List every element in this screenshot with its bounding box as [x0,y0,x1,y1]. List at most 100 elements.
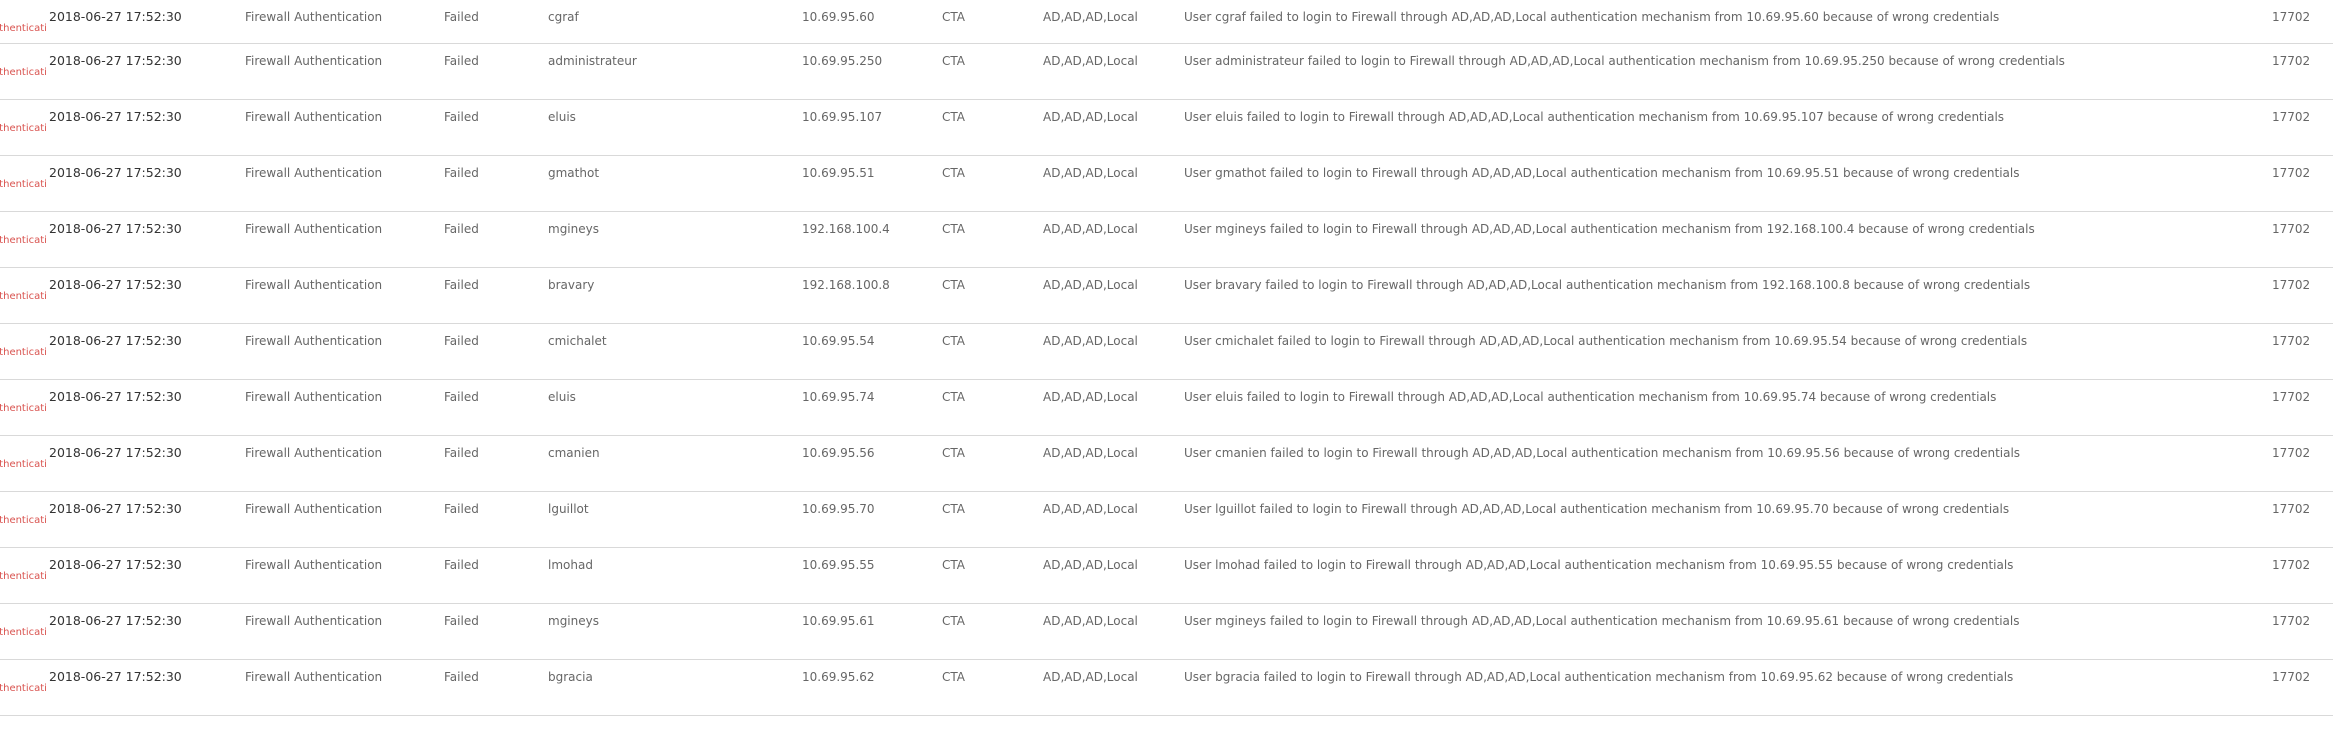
message-cell: User cgraf failed to login to Firewall t… [1184,10,2000,24]
origin-cell: CTA [942,614,965,628]
status-cell: Failed [444,446,479,460]
status-cell: Failed [444,390,479,404]
table-row[interactable]: Authentication 2018-06-27 17:52:30 Firew… [0,156,2333,212]
table-row[interactable]: Authentication 2018-06-27 17:52:30 Firew… [0,436,2333,492]
user-cell: lguillot [548,502,589,516]
event-id-cell: 17702 [2272,222,2311,236]
mechanism-cell: AD,AD,AD,Local [1043,670,1138,684]
status-cell: Failed [444,222,479,236]
origin-cell: CTA [942,54,965,68]
user-cell: cmichalet [548,334,607,348]
mechanism-cell: AD,AD,AD,Local [1043,278,1138,292]
message-cell: User bravary failed to login to Firewall… [1184,278,2031,292]
origin-cell: CTA [942,670,965,684]
table-row[interactable]: Authentication 2018-06-27 17:52:30 Firew… [0,100,2333,156]
origin-cell: CTA [942,446,965,460]
log-table: Authentication 2018-06-27 17:52:30 Firew… [0,0,2333,716]
status-cell: Failed [444,670,479,684]
category-tag: Authentication [0,459,46,470]
user-cell: administrateur [548,54,637,68]
origin-cell: CTA [942,166,965,180]
module-cell: Firewall Authentication [245,278,383,292]
message-cell: User lguillot failed to login to Firewal… [1184,502,2010,516]
event-id-cell: 17702 [2272,10,2311,24]
module-cell: Firewall Authentication [245,558,383,572]
mechanism-cell: AD,AD,AD,Local [1043,614,1138,628]
table-row[interactable]: Authentication 2018-06-27 17:52:30 Firew… [0,268,2333,324]
event-id-cell: 17702 [2272,110,2311,124]
mechanism-cell: AD,AD,AD,Local [1043,334,1138,348]
source-ip-cell: 10.69.95.54 [802,334,875,348]
mechanism-cell: AD,AD,AD,Local [1043,390,1138,404]
status-cell: Failed [444,334,479,348]
source-ip-cell: 10.69.95.250 [802,54,883,68]
module-cell: Firewall Authentication [245,334,383,348]
category-tag: Authentication [0,627,46,638]
module-cell: Firewall Authentication [245,54,383,68]
status-cell: Failed [444,166,479,180]
event-id-cell: 17702 [2272,390,2311,404]
mechanism-cell: AD,AD,AD,Local [1043,558,1138,572]
origin-cell: CTA [942,558,965,572]
table-row[interactable]: Authentication 2018-06-27 17:52:30 Firew… [0,44,2333,100]
event-id-cell: 17702 [2272,502,2311,516]
mechanism-cell: AD,AD,AD,Local [1043,166,1138,180]
module-cell: Firewall Authentication [245,670,383,684]
origin-cell: CTA [942,222,965,236]
origin-cell: CTA [942,334,965,348]
timestamp-cell: 2018-06-27 17:52:30 [49,557,182,572]
category-tag: Authentication [0,347,46,358]
module-cell: Firewall Authentication [245,390,383,404]
timestamp-cell: 2018-06-27 17:52:30 [49,669,182,684]
message-cell: User bgracia failed to login to Firewall… [1184,670,2014,684]
user-cell: bravary [548,278,595,292]
event-id-cell: 17702 [2272,166,2311,180]
module-cell: Firewall Authentication [245,222,383,236]
event-id-cell: 17702 [2272,446,2311,460]
event-id-cell: 17702 [2272,54,2311,68]
category-tag: Authentication [0,291,46,302]
timestamp-cell: 2018-06-27 17:52:30 [49,445,182,460]
user-cell: gmathot [548,166,600,180]
message-cell: User cmanien failed to login to Firewall… [1184,446,2021,460]
user-cell: mgineys [548,222,599,236]
timestamp-cell: 2018-06-27 17:52:30 [49,389,182,404]
message-cell: User eluis failed to login to Firewall t… [1184,110,2005,124]
module-cell: Firewall Authentication [245,502,383,516]
table-row[interactable]: Authentication 2018-06-27 17:52:30 Firew… [0,324,2333,380]
user-cell: cmanien [548,446,600,460]
timestamp-cell: 2018-06-27 17:52:30 [49,9,182,24]
table-row[interactable]: Authentication 2018-06-27 17:52:30 Firew… [0,660,2333,716]
timestamp-cell: 2018-06-27 17:52:30 [49,109,182,124]
user-cell: lmohad [548,558,593,572]
origin-cell: CTA [942,110,965,124]
category-tag: Authentication [0,123,46,134]
table-row[interactable]: Authentication 2018-06-27 17:52:30 Firew… [0,212,2333,268]
user-cell: eluis [548,110,576,124]
table-row[interactable]: Authentication 2018-06-27 17:52:30 Firew… [0,604,2333,660]
timestamp-cell: 2018-06-27 17:52:30 [49,501,182,516]
table-row[interactable]: Authentication 2018-06-27 17:52:30 Firew… [0,380,2333,436]
mechanism-cell: AD,AD,AD,Local [1043,110,1138,124]
table-row[interactable]: Authentication 2018-06-27 17:52:30 Firew… [0,0,2333,44]
table-row[interactable]: Authentication 2018-06-27 17:52:30 Firew… [0,492,2333,548]
status-cell: Failed [444,278,479,292]
message-cell: User eluis failed to login to Firewall t… [1184,390,1997,404]
message-cell: User mgineys failed to login to Firewall… [1184,222,2035,236]
category-tag: Authentication [0,179,46,190]
message-cell: User mgineys failed to login to Firewall… [1184,614,2020,628]
status-cell: Failed [444,110,479,124]
timestamp-cell: 2018-06-27 17:52:30 [49,277,182,292]
table-row[interactable]: Authentication 2018-06-27 17:52:30 Firew… [0,548,2333,604]
source-ip-cell: 10.69.95.62 [802,670,875,684]
status-cell: Failed [444,502,479,516]
mechanism-cell: AD,AD,AD,Local [1043,10,1138,24]
source-ip-cell: 192.168.100.4 [802,222,890,236]
module-cell: Firewall Authentication [245,166,383,180]
mechanism-cell: AD,AD,AD,Local [1043,446,1138,460]
timestamp-cell: 2018-06-27 17:52:30 [49,53,182,68]
mechanism-cell: AD,AD,AD,Local [1043,54,1138,68]
timestamp-cell: 2018-06-27 17:52:30 [49,613,182,628]
message-cell: User lmohad failed to login to Firewall … [1184,558,2014,572]
event-id-cell: 17702 [2272,558,2311,572]
